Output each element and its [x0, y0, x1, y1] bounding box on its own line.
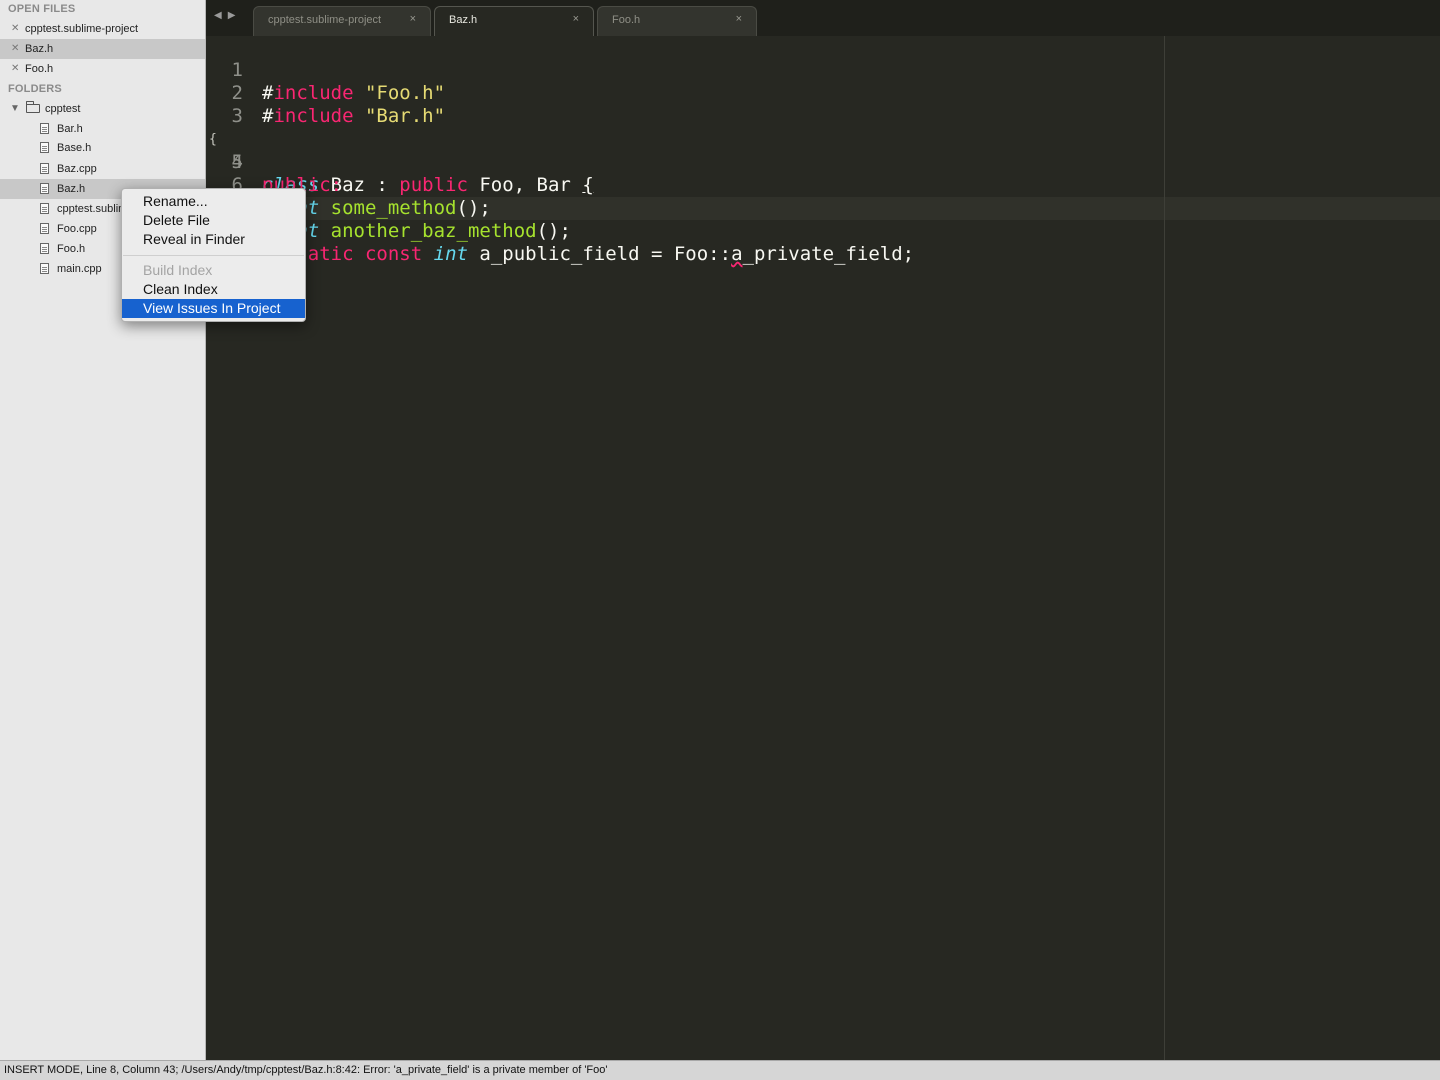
- tab-label: cpptest.sublime-project: [268, 14, 382, 26]
- tab-foo-h[interactable]: Foo.h ×: [597, 6, 757, 36]
- tab-label: Foo.h: [612, 14, 641, 26]
- close-icon[interactable]: ×: [573, 13, 579, 25]
- menu-item-rename[interactable]: Rename...: [122, 192, 305, 211]
- open-file-item[interactable]: ✕ Foo.h: [0, 59, 205, 79]
- file-icon: [40, 223, 49, 234]
- tab-baz-h[interactable]: Baz.h ×: [434, 6, 594, 36]
- folders-header: FOLDERS: [8, 83, 62, 95]
- open-file-label: Foo.h: [25, 63, 54, 75]
- menu-item-delete-file[interactable]: Delete File: [122, 211, 305, 230]
- file-label: Baz.h: [57, 183, 86, 195]
- code-editor[interactable]: 1 #include "Foo.h" 2 #include "Bar.h" 3 …: [206, 36, 1440, 1060]
- code-line[interactable]: { 4 class Baz : public Foo, Bar {: [206, 105, 594, 196]
- code-line[interactable]: 3: [206, 82, 252, 127]
- code-line[interactable]: 5 public:: [206, 128, 343, 196]
- tab-bar: ◀ ▶ cpptest.sublime-project × Baz.h × Foo…: [206, 0, 1440, 36]
- file-label: Foo.h: [57, 243, 86, 255]
- code-text: static const int a_public_field = Foo::a…: [284, 243, 915, 265]
- file-label: Bar.h: [57, 123, 83, 135]
- code-text: #include "Bar.h": [262, 105, 446, 127]
- context-menu: Rename... Delete File Reveal in Finder B…: [121, 188, 306, 322]
- close-icon[interactable]: ×: [736, 13, 742, 25]
- forward-arrow-icon[interactable]: ▶: [228, 10, 236, 21]
- file-icon: [40, 163, 49, 174]
- file-icon: [40, 203, 49, 214]
- error-squiggle: a: [731, 243, 743, 265]
- code-line[interactable]: 1 #include "Foo.h": [206, 36, 446, 104]
- open-file-item[interactable]: ✕ Baz.h: [0, 39, 205, 59]
- file-icon: [40, 263, 49, 274]
- file-icon: [40, 142, 49, 153]
- close-icon[interactable]: ✕: [11, 19, 19, 39]
- ruler-guide: [1164, 36, 1165, 1060]
- tab-navigation: ◀ ▶: [214, 10, 241, 21]
- file-icon: [40, 243, 49, 254]
- menu-item-clean-index[interactable]: Clean Index: [122, 280, 305, 299]
- open-file-label: cpptest.sublime-project: [25, 23, 139, 35]
- file-label: Foo.cpp: [57, 223, 97, 235]
- status-bar: INSERT MODE, Line 8, Column 43; /Users/A…: [0, 1060, 1440, 1080]
- menu-item-reveal-in-finder[interactable]: Reveal in Finder: [122, 230, 305, 249]
- folder-open-icon: [26, 101, 40, 113]
- sidebar: OPEN FILES ✕ cpptest.sublime-project ✕ B…: [0, 0, 206, 1060]
- folder-item-cpptest[interactable]: ▼ cpptest: [0, 99, 205, 119]
- menu-separator: [123, 255, 304, 256]
- menu-item-build-index: Build Index: [143, 262, 213, 278]
- back-arrow-icon[interactable]: ◀: [214, 10, 222, 21]
- close-icon[interactable]: ×: [410, 13, 416, 25]
- menu-item-view-issues-in-project[interactable]: View Issues In Project: [122, 299, 305, 318]
- file-label: main.cpp: [57, 263, 102, 275]
- tab-label: Baz.h: [449, 14, 478, 26]
- code-text: int another_baz_method();: [285, 220, 571, 242]
- file-item[interactable]: Bar.h: [0, 119, 205, 139]
- file-label: Baz.cpp: [57, 163, 97, 175]
- file-icon: [40, 183, 49, 194]
- file-item[interactable]: Base.h: [0, 138, 205, 158]
- file-item[interactable]: Baz.cpp: [0, 159, 205, 179]
- open-files-header: OPEN FILES: [8, 3, 76, 15]
- status-text: INSERT MODE, Line 8, Column 43; /Users/A…: [4, 1064, 608, 1076]
- code-line[interactable]: 6 int some_method();: [206, 151, 491, 219]
- file-label: Base.h: [57, 142, 92, 154]
- tab-cpptest-sublime-project[interactable]: cpptest.sublime-project ×: [253, 6, 431, 36]
- disclosure-triangle-icon[interactable]: ▼: [10, 99, 20, 119]
- file-icon: [40, 123, 49, 134]
- folder-label: cpptest: [45, 103, 81, 115]
- open-file-label: Baz.h: [25, 43, 54, 55]
- close-icon[interactable]: ✕: [11, 59, 19, 79]
- open-file-item[interactable]: ✕ cpptest.sublime-project: [0, 19, 205, 39]
- code-text: #include "Foo.h": [262, 82, 446, 104]
- code-line[interactable]: 2 #include "Bar.h": [206, 59, 446, 127]
- close-icon[interactable]: ✕: [11, 39, 19, 59]
